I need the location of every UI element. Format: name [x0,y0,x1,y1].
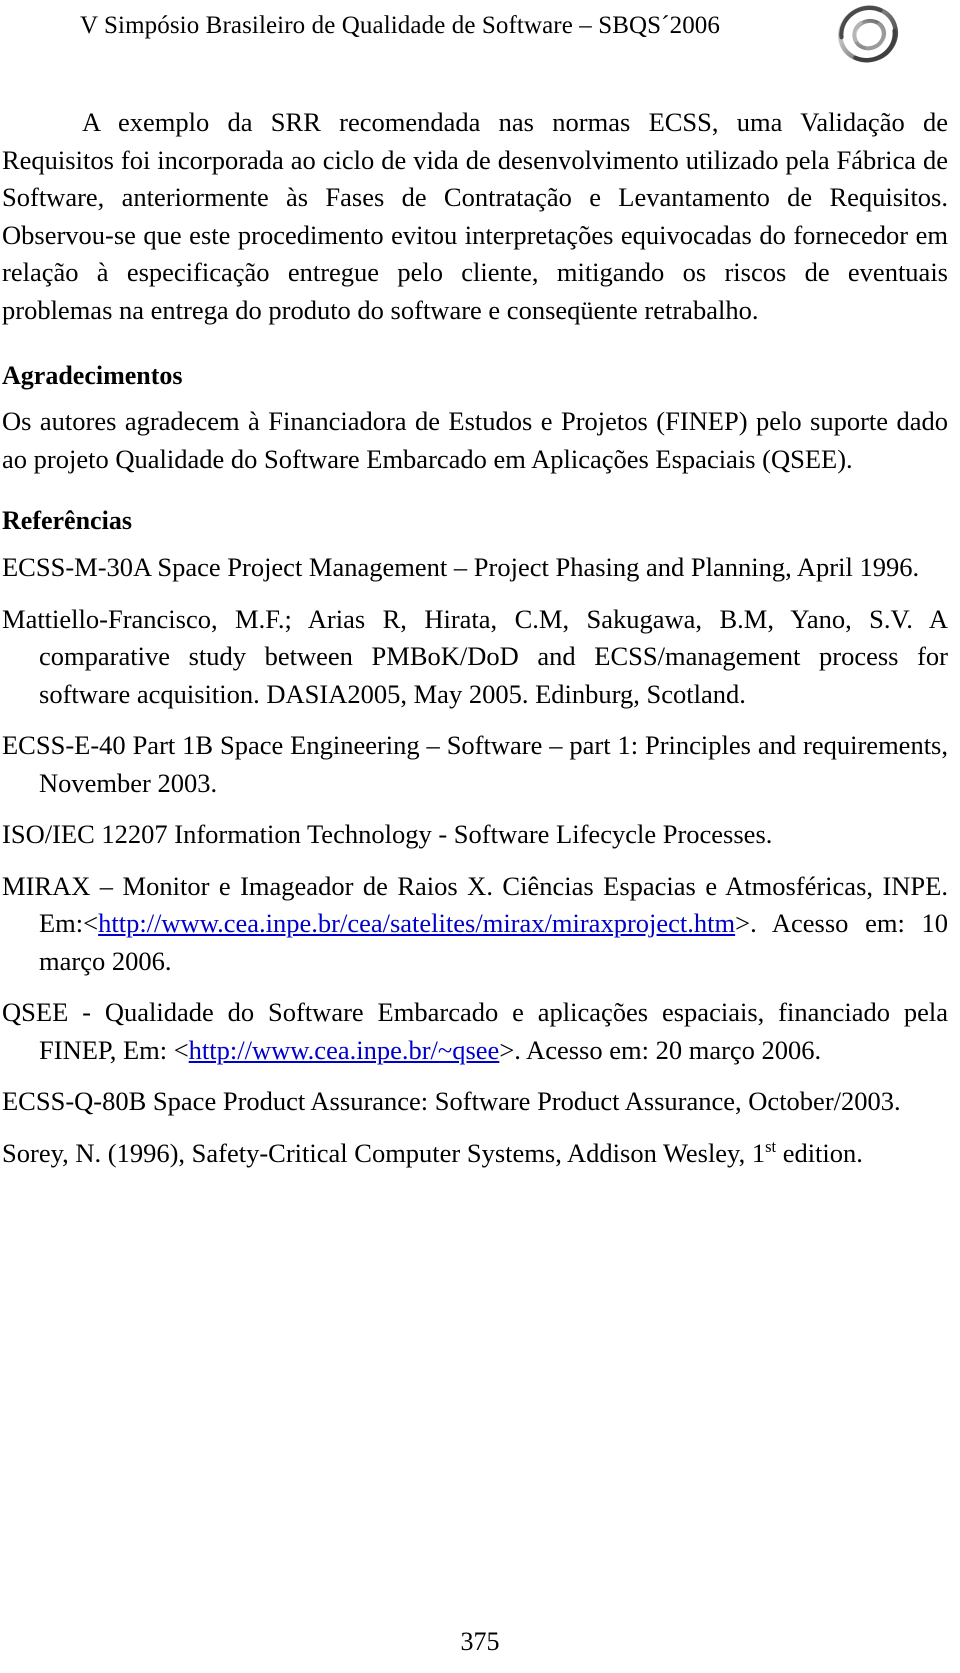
references-heading: Referências [2,506,132,535]
document-page: V Simpósio Brasileiro de Qualidade de So… [0,0,960,1673]
reference-item: QSEE - Qualidade do Software Embarcado e… [2,994,948,1069]
content-column: A exemplo da SRR recomendada nas normas … [2,104,948,1172]
reference-item: ECSS-Q-80B Space Product Assurance: Soft… [2,1083,948,1121]
acknowledgements-heading: Agradecimentos [2,361,183,390]
reference-item: MIRAX – Monitor e Imageador de Raios X. … [2,868,948,981]
page-number: 375 [460,1627,500,1656]
body-paragraph: A exemplo da SRR recomendada nas normas … [2,107,948,325]
reference-text: Mattiello-Francisco, M.F.; Arias R, Hira… [2,603,948,709]
reference-text: ECSS-E-40 Part 1B Space Engineering – So… [2,730,948,798]
reference-text: >. Acesso em: 20 março 2006. [499,1034,822,1065]
reference-item: ECSS-M-30A Space Project Management – Pr… [2,549,948,587]
header-title: V Simpósio Brasileiro de Qualidade de So… [80,12,720,39]
acknowledgements-text: Os autores agradecem à Financiadora de E… [2,406,948,474]
ordinal-suffix: st [765,1136,777,1156]
reference-text: ECSS-M-30A Space Project Management – Pr… [2,552,920,582]
reference-list: ECSS-M-30A Space Project Management – Pr… [2,549,948,1172]
swirl-circle-logo-icon [830,2,906,68]
mirax-project-link[interactable]: http://www.cea.inpe.br/cea/satelites/mir… [98,908,735,938]
reference-item: ECSS-E-40 Part 1B Space Engineering – So… [2,727,948,802]
running-header: V Simpósio Brasileiro de Qualidade de So… [0,0,960,92]
reference-text: edition. [776,1137,863,1168]
reference-item: ISO/IEC 12207 Information Technology - S… [2,816,948,854]
reference-text: ECSS-Q-80B Space Product Assurance: Soft… [2,1086,901,1116]
reference-text: ISO/IEC 12207 Information Technology - S… [2,819,773,849]
reference-item: Sorey, N. (1996), Safety-Critical Comput… [2,1135,948,1173]
reference-text: Sorey, N. (1996), Safety-Critical Comput… [2,1137,766,1168]
reference-item: Mattiello-Francisco, M.F.; Arias R, Hira… [2,601,948,714]
qsee-project-link[interactable]: http://www.cea.inpe.br/~qsee [189,1035,500,1065]
